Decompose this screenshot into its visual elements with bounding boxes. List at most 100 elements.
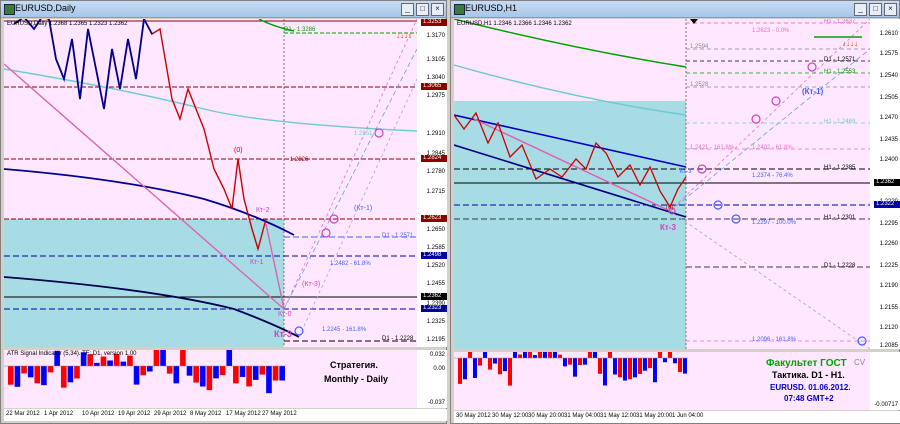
minimize-button[interactable]: _ (854, 3, 867, 16)
indicator-bar (643, 358, 647, 371)
indicator-bar (623, 358, 627, 381)
indicator-bar (463, 358, 467, 380)
close-button[interactable]: × (884, 3, 897, 16)
indicator-bar (74, 366, 80, 379)
indicator-bar (14, 366, 21, 387)
h1-time-axis: 30 May 2012 30 May 12:00 30 May 20:00 31… (454, 411, 900, 423)
indicator-bar (653, 358, 657, 383)
indicator-bar (528, 352, 532, 358)
indicator-bar (603, 358, 607, 386)
indicator-bar (213, 366, 219, 379)
strategy-line2: Monthly - Daily (324, 374, 389, 384)
indicator-bar (573, 358, 577, 377)
indicator-bar (478, 358, 482, 366)
indicator-bar (673, 358, 677, 364)
indicator-bar (8, 366, 14, 385)
h1-ohlc-label: EURUSD,H1 1.2346 1.2366 1.2346 1.2362 (457, 21, 572, 27)
indicator-bar (598, 358, 602, 374)
h1-chart-window[interactable]: EURUSD,H1 _ □ × ↓↓↓↓ EURUSD,H1 1.2346 1.… (450, 0, 900, 424)
indicator-bar (498, 358, 502, 375)
price-box-2824: 1.2824 (421, 155, 447, 162)
indicator-bar (272, 366, 279, 381)
indicator-bar (27, 366, 34, 378)
indicator-bar (259, 366, 266, 375)
indicator-bar (180, 350, 186, 366)
indicator-bar (568, 358, 572, 365)
indicator-bar (226, 350, 233, 366)
indicator-bar (488, 358, 492, 370)
indicator-bar (233, 366, 239, 384)
target-circle-1 (321, 228, 331, 238)
h1-indicator-plot[interactable]: Факультет ГОСТ CV Тактика. D1 - H1. EURU… (454, 352, 870, 410)
price-box-2623: 1.2623 (421, 215, 447, 222)
indicator-bar (41, 366, 47, 386)
daily-price-axis[interactable]: 1.3170 1.3105 1.3040 1.2975 1.2910 1.284… (417, 19, 447, 347)
chart-window-icon (454, 4, 465, 15)
indicator-bar (668, 352, 672, 358)
h1-indicator-axis: -0.00717 (870, 352, 900, 410)
h1-price-plot[interactable]: ↓↓↓↓ EURUSD,H1 1.2346 1.2366 1.2346 1.23… (454, 19, 870, 349)
daily-indicator-plot[interactable]: ATR Signal Indicator (5,34). TF: D1, ver… (4, 350, 417, 408)
daily-window-title: EURUSD,Daily (15, 3, 76, 13)
indicator-bar (21, 366, 27, 374)
maximize-button[interactable]: □ (416, 3, 429, 16)
indicator-bar (588, 352, 592, 358)
indicator-bar (608, 352, 612, 358)
label-kt1-paren: (Кт-1) (354, 205, 373, 212)
indicator-bar (458, 358, 462, 384)
price-box-2323: 1.2323 (421, 305, 447, 312)
cyan-ma-line (4, 68, 417, 132)
chart-window-icon (4, 4, 15, 15)
daily-price-svg: ↓↓↓↓ (4, 19, 417, 347)
indicator-bar (493, 358, 497, 364)
indicator-bar (543, 352, 547, 358)
indicator-bar (60, 366, 67, 388)
minimize-button[interactable]: _ (401, 3, 414, 16)
label-fib-2245: 1.2245 - 161.8% (322, 327, 367, 333)
label-zero: (0) (234, 147, 243, 154)
close-button[interactable]: × (431, 3, 444, 16)
label-d1-top: D1 - 1.3286 (284, 27, 316, 33)
label-d1-2571: D1 - 1.2571 (382, 233, 414, 239)
indicator-bar (147, 366, 153, 372)
h1-price-axis[interactable]: 1.2610 1.2575 1.2540 1.2505 1.2470 1.243… (870, 19, 900, 349)
indicator-bar (133, 366, 140, 385)
label-1-2951: 1.2951 (354, 131, 373, 137)
daily-price-plot[interactable]: ↓↓↓↓ EURUSD,Daily 1.2368 1.2365 1.2323 1… (4, 19, 417, 347)
indicator-bar (658, 352, 662, 358)
down-arrows-icon: ↓↓↓↓ (396, 31, 412, 40)
indicator-bar (538, 352, 542, 358)
label-kt2: Кт-2 (256, 207, 270, 214)
projection-line-2 (283, 48, 417, 310)
label-kt3-paren: (Кт-3) (302, 281, 321, 288)
indicator-bar (683, 358, 687, 374)
indicator-bar (100, 356, 107, 366)
indicator-bar (558, 354, 562, 358)
label-kt3-big: Кт-3 (274, 329, 292, 339)
indicator-bar (107, 360, 113, 366)
indicator-bar (563, 358, 567, 367)
indicator-bar (618, 358, 622, 378)
h1-window-titlebar[interactable]: EURUSD,H1 _ □ × (451, 1, 899, 18)
strategy-line1: Стратегия. (330, 360, 378, 370)
daily-ohlc-label: EURUSD,Daily 1.2368 1.2365 1.2323 1.2362 (7, 21, 128, 27)
h1-window-title: EURUSD,H1 (465, 3, 518, 13)
h1-price-svg: ↓↓↓↓ (454, 19, 870, 349)
indicator-bar (199, 366, 206, 387)
indicator-bar (140, 366, 146, 376)
indicator-bar (94, 362, 100, 366)
indicator-bar (34, 366, 41, 384)
indicator-bar (266, 366, 272, 394)
indicator-bar (120, 361, 127, 366)
indicator-bar (533, 355, 537, 358)
daily-window-titlebar[interactable]: EURUSD,Daily _ □ × (1, 1, 446, 18)
indicator-bar (173, 366, 180, 384)
indicator-bar (523, 352, 527, 358)
daily-chart-window[interactable]: EURUSD,Daily _ □ × ↓↓↓↓ EURUSD,Daily 1.2… (0, 0, 447, 424)
indicator-bar (648, 358, 652, 369)
label-kt1: Кт-1 (250, 259, 264, 266)
label-kt0: Кт-0 (278, 311, 292, 318)
maximize-button[interactable]: □ (869, 3, 882, 16)
indicator-bar (127, 355, 133, 366)
indicator-bar (153, 350, 160, 366)
